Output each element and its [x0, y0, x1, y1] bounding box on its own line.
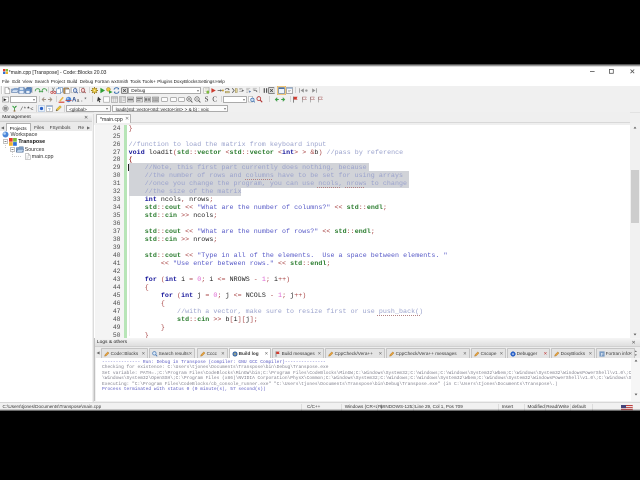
svg-text:*<: *< — [27, 106, 33, 111]
svg-text:?: ? — [48, 107, 51, 112]
svg-text:F: F — [600, 352, 603, 357]
svg-text:.*: .* — [80, 96, 87, 103]
svg-text:S: S — [205, 95, 209, 103]
svg-text:C: C — [213, 95, 218, 103]
svg-text:a: a — [77, 97, 80, 102]
